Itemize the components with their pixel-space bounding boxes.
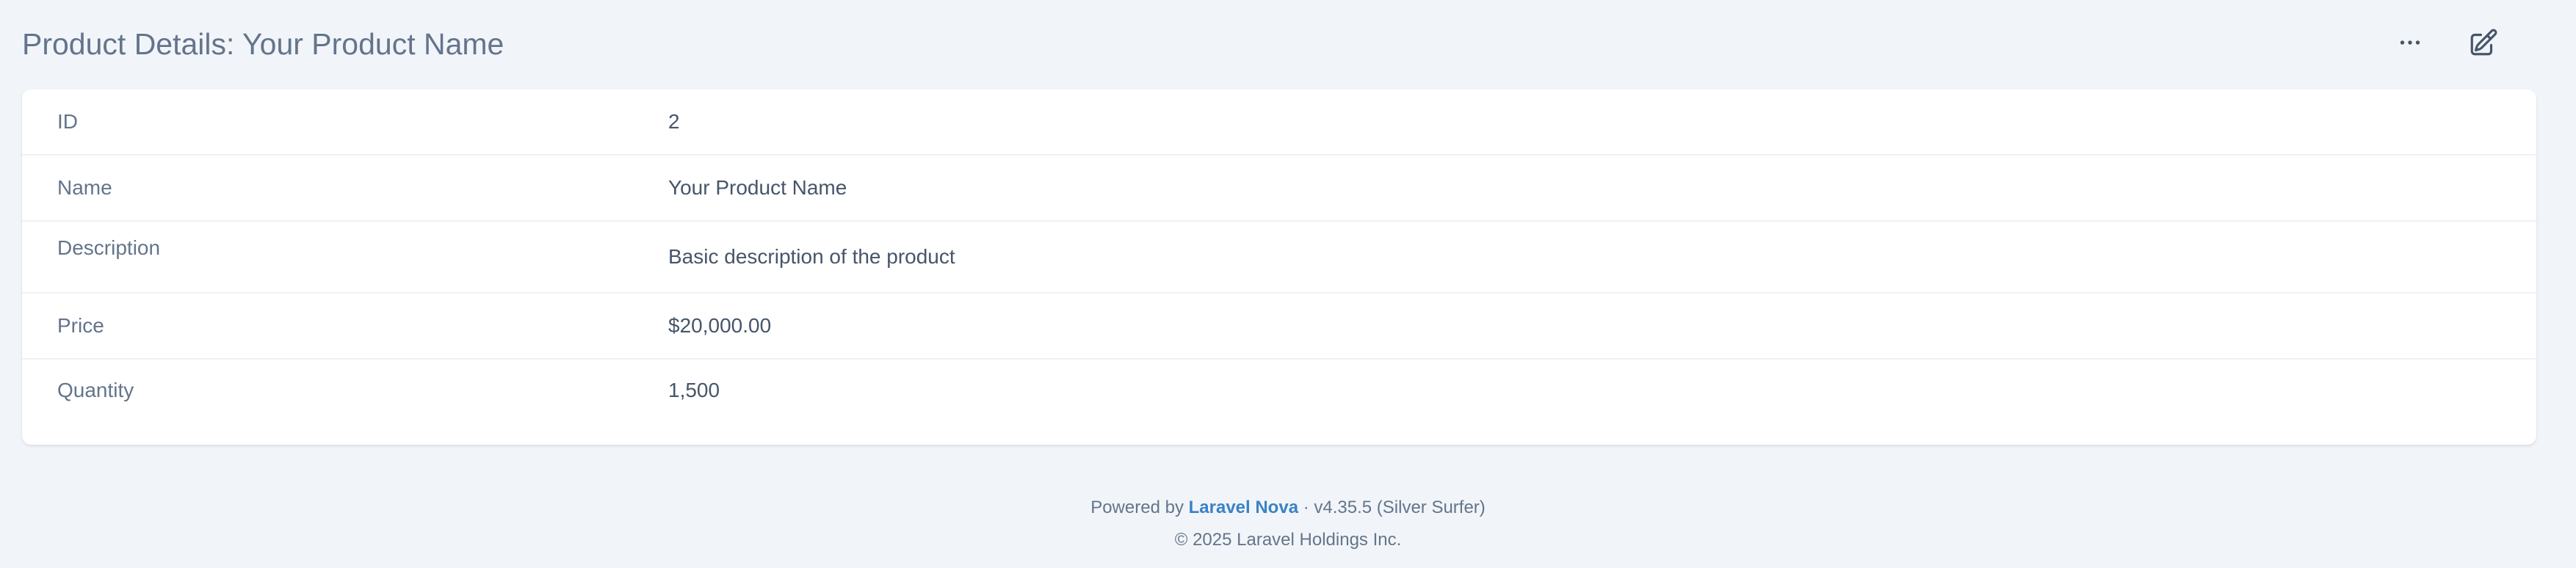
footer: Powered by Laravel Nova · v4.35.5 (Silve… [0, 492, 2576, 556]
detail-row-quantity: Quantity 1,500 [22, 360, 2536, 445]
footer-powered-line: Powered by Laravel Nova · v4.35.5 (Silve… [0, 492, 2576, 524]
detail-value: Basic description of the product [668, 245, 955, 268]
footer-powered-by: Powered by [1090, 498, 1184, 517]
edit-button[interactable] [2461, 21, 2506, 65]
detail-label: Name [57, 176, 112, 199]
detail-card: ID 2 Name Your Product Name Description … [22, 90, 2536, 445]
pencil-square-icon [2470, 29, 2497, 56]
detail-label: ID [57, 110, 78, 133]
detail-label: Description [57, 236, 161, 259]
detail-value: Your Product Name [668, 176, 847, 199]
detail-label: Price [57, 314, 104, 337]
detail-value: $20,000.00 [668, 314, 772, 337]
ellipsis-horizontal-icon [2400, 40, 2420, 45]
detail-row-price: Price $20,000.00 [22, 294, 2536, 360]
detail-row-description: Description Basic description of the pro… [22, 222, 2536, 294]
footer-copyright: © 2025 Laravel Holdings Inc. [1174, 530, 1402, 550]
detail-row-id: ID 2 [22, 90, 2536, 156]
detail-value: 2 [668, 110, 680, 133]
laravel-nova-link[interactable]: Laravel Nova [1189, 498, 1298, 517]
detail-row-name: Name Your Product Name [22, 156, 2536, 222]
footer-version: · v4.35.5 (Silver Surfer) [1303, 498, 1486, 517]
page-title: Product Details: Your Product Name [22, 27, 504, 61]
more-actions-button[interactable] [2388, 21, 2432, 65]
detail-value: 1,500 [668, 379, 720, 401]
detail-label: Quantity [57, 379, 134, 401]
header-actions [2388, 21, 2506, 65]
